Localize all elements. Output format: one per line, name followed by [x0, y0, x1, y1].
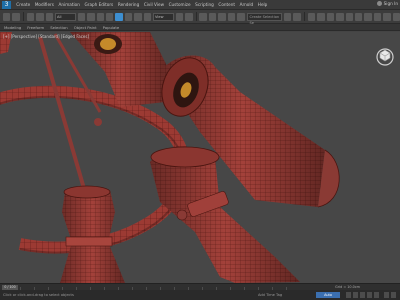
- go-to-end-icon[interactable]: [374, 292, 379, 298]
- user-icon: [376, 1, 382, 6]
- align-icon[interactable]: [293, 12, 301, 21]
- zoom-icon[interactable]: [384, 292, 389, 298]
- ribbon-toggle-icon[interactable]: [326, 12, 335, 21]
- next-frame-icon[interactable]: [367, 292, 372, 298]
- select-and-scale-icon[interactable]: [134, 12, 142, 21]
- auto-key-button[interactable]: Auto: [316, 292, 340, 298]
- app-logo-icon[interactable]: 3: [2, 0, 11, 9]
- menu-customize[interactable]: Customize: [166, 2, 193, 7]
- ribbon-tab-object-paint[interactable]: Object Paint: [74, 25, 97, 30]
- toolbar-divider: [303, 12, 305, 21]
- material-editor-icon[interactable]: [354, 12, 363, 21]
- ribbon-tab-populate[interactable]: Populate: [103, 25, 120, 30]
- sign-in-label: Sign In: [383, 1, 398, 6]
- menu-arnold[interactable]: Arnold: [237, 2, 255, 7]
- perspective-viewport[interactable]: [+] [Perspective] [Standard] [Edged Face…: [0, 32, 400, 283]
- render-in-cloud-icon[interactable]: [392, 12, 400, 21]
- menu-graph-editors[interactable]: Graph Editors: [82, 2, 115, 7]
- window-crossing-icon[interactable]: [105, 12, 114, 21]
- menu-help[interactable]: Help: [256, 2, 270, 7]
- go-to-start-icon[interactable]: [346, 292, 351, 298]
- snaps-toggle-icon[interactable]: [199, 12, 207, 21]
- menu-create[interactable]: Create: [14, 2, 33, 7]
- schematic-view-icon[interactable]: [345, 12, 353, 21]
- status-bar: Click or click-and-drag to select object…: [0, 290, 400, 300]
- viewport-label[interactable]: [+] [Perspective] [Standard] [Edged Face…: [3, 34, 89, 39]
- select-and-rotate-icon[interactable]: [124, 12, 133, 21]
- curve-editor-icon[interactable]: [336, 12, 344, 21]
- add-time-tag-button[interactable]: Add Time Tag: [258, 293, 282, 297]
- mirror-icon[interactable]: [284, 12, 292, 21]
- viewcube-icon[interactable]: [374, 44, 396, 66]
- ribbon-tab-selection[interactable]: Selection: [50, 25, 68, 30]
- orbit-icon[interactable]: [391, 292, 396, 298]
- scene-explorer-icon[interactable]: [307, 12, 316, 21]
- link-icon[interactable]: [26, 12, 35, 21]
- select-object-icon[interactable]: [77, 12, 86, 21]
- time-slider-bar: 0 / 100 Grid = 10.0cm: [0, 283, 400, 290]
- percent-snap-icon[interactable]: [218, 12, 226, 21]
- previous-frame-icon[interactable]: [353, 292, 358, 298]
- scene-render: [0, 32, 340, 283]
- menu-civil-view[interactable]: Civil View: [142, 2, 167, 7]
- menu-content[interactable]: Content: [216, 2, 237, 7]
- rectangular-selection-icon[interactable]: [96, 12, 104, 21]
- grid-readout: Grid = 10.0cm: [335, 285, 360, 289]
- pivot-center-icon[interactable]: [175, 12, 184, 21]
- redo-icon[interactable]: [12, 12, 20, 21]
- ribbon-tab-freeform[interactable]: Freeform: [27, 25, 44, 30]
- menu-modifiers[interactable]: Modifiers: [33, 2, 57, 7]
- sign-in-button[interactable]: Sign In: [376, 1, 398, 6]
- menu-bar: 3 Create Modifiers Animation Graph Edito…: [0, 0, 400, 10]
- menu-scripting[interactable]: Scripting: [193, 2, 216, 7]
- select-and-place-icon[interactable]: [143, 12, 152, 21]
- ribbon-tab-modeling[interactable]: Modeling: [4, 25, 21, 30]
- unlink-icon[interactable]: [36, 12, 44, 21]
- toolbar-divider: [22, 12, 24, 21]
- select-and-move-icon[interactable]: [115, 12, 123, 21]
- toolbar-divider: [195, 12, 197, 21]
- reference-coordinate-dropdown[interactable]: View: [153, 12, 174, 21]
- selection-set-dropdown[interactable]: Create Selection Se: [246, 12, 283, 25]
- ribbon-tabs: Modeling Freeform Selection Object Paint…: [0, 24, 400, 31]
- keyboard-shortcut-override-icon[interactable]: [185, 12, 193, 21]
- rendered-frame-window-icon[interactable]: [373, 12, 382, 21]
- render-setup-icon[interactable]: [364, 12, 372, 21]
- bind-space-warp-icon[interactable]: [45, 12, 54, 21]
- select-by-name-icon[interactable]: [87, 12, 95, 21]
- status-prompt: Click or click-and-drag to select object…: [3, 293, 74, 297]
- main-toolbar: All View Create Selection Se: [0, 10, 400, 25]
- undo-icon[interactable]: [3, 12, 11, 21]
- render-production-icon[interactable]: [383, 12, 391, 21]
- edit-named-selection-icon[interactable]: [237, 12, 245, 21]
- lamp-arm: [38, 36, 87, 193]
- selection-filter-dropdown[interactable]: All: [55, 12, 76, 21]
- menu-animation[interactable]: Animation: [56, 2, 82, 7]
- layer-explorer-icon[interactable]: [317, 12, 325, 21]
- angle-snap-icon[interactable]: [208, 12, 217, 21]
- play-icon[interactable]: [360, 292, 365, 298]
- menu-rendering[interactable]: Rendering: [116, 2, 142, 7]
- spinner-snap-icon[interactable]: [227, 12, 236, 21]
